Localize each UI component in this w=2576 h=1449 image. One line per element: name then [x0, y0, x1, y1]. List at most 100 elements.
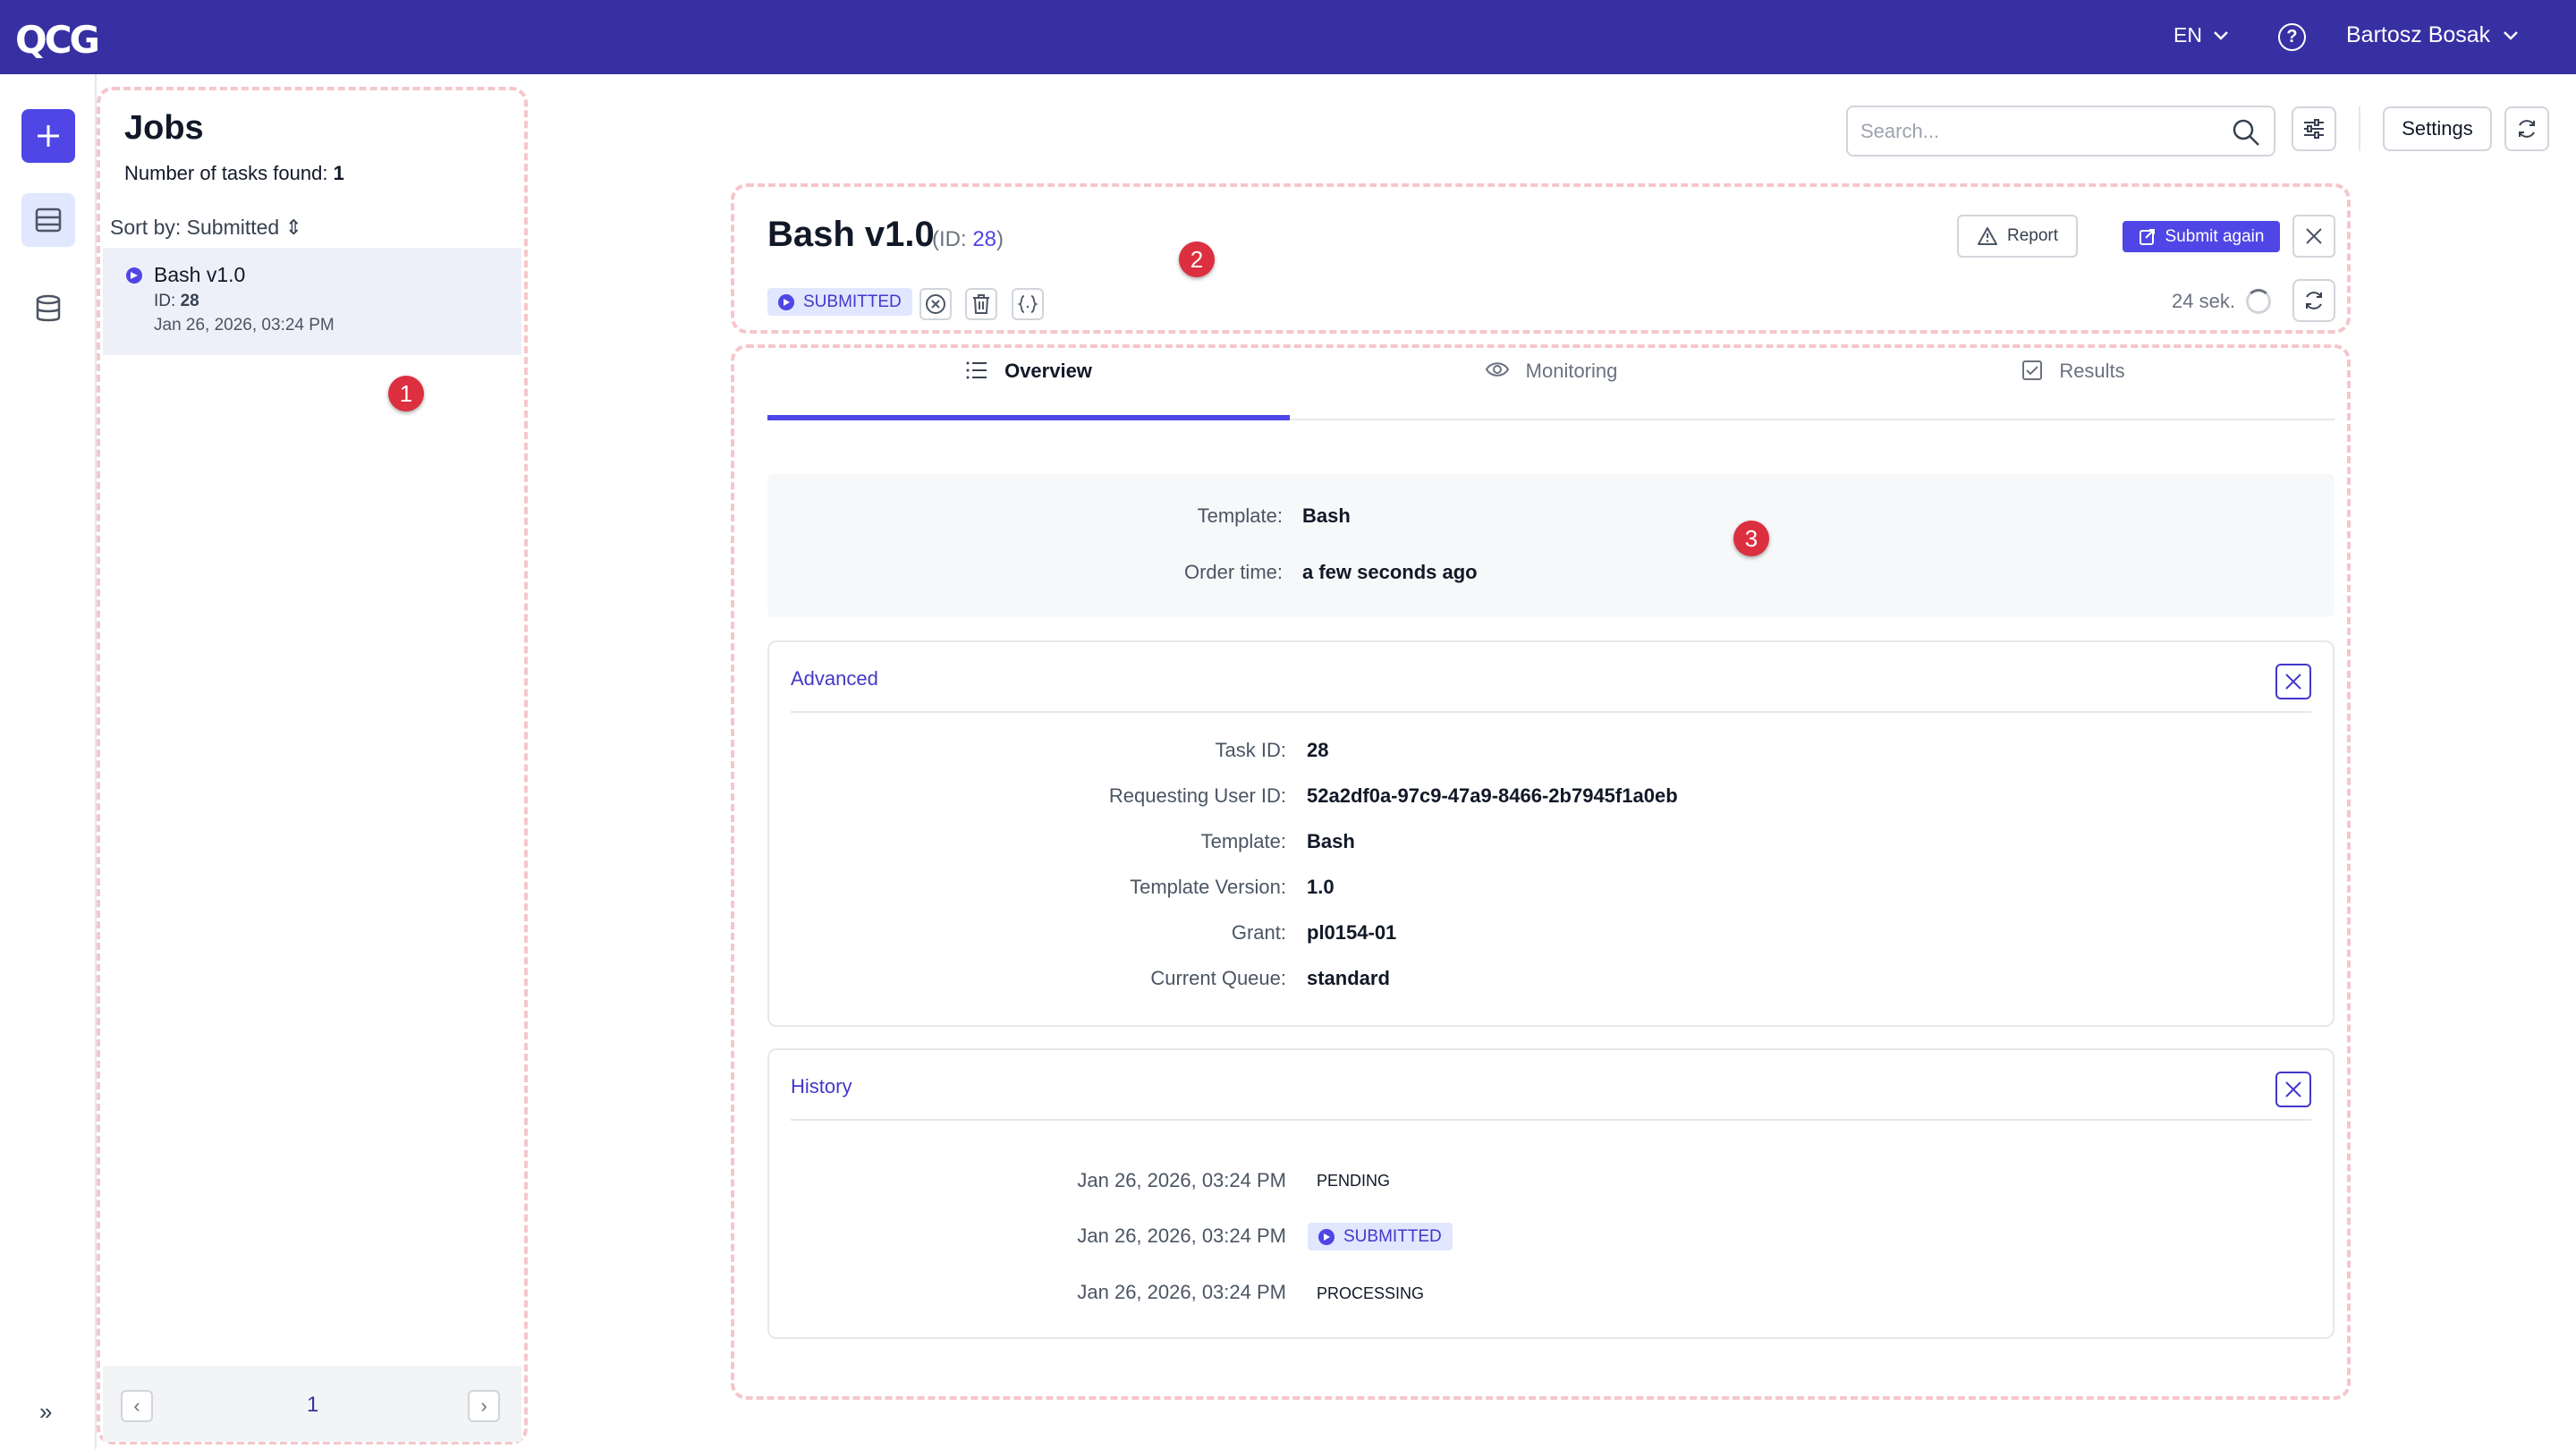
checkbox-icon — [2022, 360, 2043, 380]
task-id-suffix: ) — [996, 227, 1004, 251]
storage-nav-button[interactable] — [21, 282, 75, 335]
page-number[interactable]: 1 — [307, 1393, 318, 1418]
advanced-key: Grant: — [1231, 921, 1286, 944]
annotation-marker: 1 — [388, 376, 424, 411]
search-input[interactable] — [1860, 118, 2218, 145]
cancel-task-button[interactable] — [919, 288, 952, 320]
submitted-status-icon — [1318, 1228, 1335, 1245]
qcg-logo[interactable]: QCG — [15, 18, 100, 62]
database-icon — [36, 294, 61, 322]
history-date: Jan 26, 2026, 03:24 PM — [1077, 1281, 1286, 1303]
refresh-icon — [2519, 120, 2535, 138]
help-icon-glyph: ? — [2286, 27, 2298, 47]
sliders-icon — [2304, 119, 2324, 139]
history-status-badge: SUBMITTED — [1308, 1223, 1453, 1250]
language-selector[interactable]: EN — [2174, 23, 2229, 47]
new-job-button[interactable] — [21, 109, 75, 163]
filter-button[interactable] — [2292, 106, 2336, 151]
chevron-down-icon — [2504, 30, 2519, 40]
jobs-nav-button[interactable] — [21, 193, 75, 247]
refresh-timer: 24 sek. — [2172, 289, 2271, 314]
resubmit-icon — [2139, 228, 2155, 245]
refresh-task-button[interactable] — [2292, 279, 2335, 322]
overview-row: Order time: a few seconds ago — [767, 561, 2334, 588]
overview-key: Order time: — [1183, 561, 1283, 583]
advanced-key: Task ID: — [1215, 739, 1286, 761]
eye-icon — [1485, 362, 1509, 377]
advanced-value: 1.0 — [1307, 876, 1335, 898]
tab-results-label: Results — [2059, 360, 2125, 382]
left-rail: » — [0, 74, 97, 1449]
advanced-value: standard — [1307, 967, 1390, 989]
collapse-history-button[interactable] — [2275, 1072, 2311, 1107]
advanced-value: pl0154-01 — [1307, 921, 1397, 944]
history-date: Jan 26, 2026, 03:24 PM — [1077, 1169, 1286, 1191]
advanced-row: Template: Bash — [769, 830, 2333, 857]
task-count-label: Number of tasks found: — [124, 162, 328, 184]
annotation-marker: 2 — [1179, 242, 1215, 277]
json-braces-icon — [1017, 295, 1038, 313]
task-id-prefix: (ID: — [932, 227, 973, 251]
user-name: Bartosz Bosak — [2346, 22, 2491, 47]
close-icon — [2285, 1081, 2301, 1097]
delete-task-button[interactable] — [965, 288, 997, 320]
advanced-key: Template: — [1200, 830, 1286, 852]
status-badge-label: SUBMITTED — [803, 292, 902, 311]
task-tabs: Overview Monitoring Results — [767, 349, 2334, 420]
panel-divider — [791, 1119, 2311, 1121]
search-box — [1846, 106, 2275, 157]
submit-again-button[interactable]: Submit again — [2123, 221, 2280, 252]
history-date: Jan 26, 2026, 03:24 PM — [1077, 1224, 1286, 1247]
job-id: ID: 28 — [154, 292, 199, 311]
search-icon[interactable] — [2231, 117, 2261, 148]
next-page-button[interactable]: › — [468, 1390, 500, 1422]
advanced-panel-title[interactable]: Advanced — [791, 667, 878, 691]
cancel-icon — [926, 294, 945, 314]
user-menu[interactable]: Bartosz Bosak — [2346, 22, 2519, 48]
settings-button[interactable]: Settings — [2383, 106, 2492, 151]
sort-selector[interactable]: Sort by: Submitted ⇕ — [110, 216, 302, 240]
list-icon — [35, 208, 62, 233]
tab-results[interactable]: Results — [1812, 349, 2334, 420]
tab-monitoring[interactable]: Monitoring — [1290, 349, 1812, 420]
tab-overview[interactable]: Overview — [767, 349, 1290, 420]
history-panel: History Jan 26, 2026, 03:24 PM PENDING J… — [767, 1048, 2334, 1339]
expand-sidebar-icon[interactable]: » — [39, 1398, 52, 1426]
advanced-row: Requesting User ID: 52a2df0a-97c9-47a9-84… — [769, 784, 2333, 811]
refresh-timer-value: 24 sek. — [2172, 290, 2235, 312]
task-id: (ID: 28) — [932, 227, 1004, 252]
advanced-row: Current Queue: standard — [769, 967, 2333, 994]
advanced-value: 52a2df0a-97c9-47a9-8466-2b7945f1a0eb — [1307, 784, 1678, 807]
warning-icon — [1977, 227, 1997, 245]
json-view-button[interactable] — [1012, 288, 1044, 320]
prev-page-button[interactable]: ‹ — [121, 1390, 153, 1422]
advanced-value: Bash — [1307, 830, 1355, 852]
language-label: EN — [2174, 23, 2202, 47]
jobs-title: Jobs — [124, 109, 204, 147]
job-id-label: ID: — [154, 292, 176, 310]
help-icon[interactable]: ? — [2278, 23, 2306, 51]
tab-overview-label: Overview — [1004, 360, 1092, 382]
pagination: ‹ 1 › — [103, 1366, 521, 1442]
job-name: Bash v1.0 — [154, 263, 246, 286]
overview-summary: Template: Bash Order time: a few seconds… — [767, 474, 2334, 617]
toolbar-divider — [2359, 106, 2360, 151]
overview-value: a few seconds ago — [1302, 561, 1478, 583]
loading-spinner-icon — [2245, 289, 2271, 314]
close-task-button[interactable] — [2292, 215, 2335, 258]
submitted-status-icon — [126, 267, 142, 284]
advanced-key: Current Queue: — [1150, 967, 1286, 989]
advanced-panel: Advanced Task ID: 28 Requesting User ID: 5… — [767, 640, 2334, 1027]
job-list-item[interactable]: Bash v1.0 ID: 28 Jan 26, 2026, 03:24 PM — [103, 248, 521, 355]
top-bar: QCG EN ? Bartosz Bosak — [0, 0, 2576, 74]
collapse-advanced-button[interactable] — [2275, 664, 2311, 699]
history-panel-title[interactable]: History — [791, 1075, 852, 1098]
list-icon — [966, 361, 987, 379]
refresh-icon — [2306, 292, 2322, 309]
report-button-label: Report — [2006, 226, 2059, 245]
report-button[interactable]: Report — [1957, 215, 2078, 258]
refresh-list-button[interactable] — [2504, 106, 2549, 151]
advanced-key: Requesting User ID: — [1108, 784, 1286, 807]
advanced-row: Grant: pl0154-01 — [769, 921, 2333, 948]
task-id-value: 28 — [972, 227, 997, 251]
